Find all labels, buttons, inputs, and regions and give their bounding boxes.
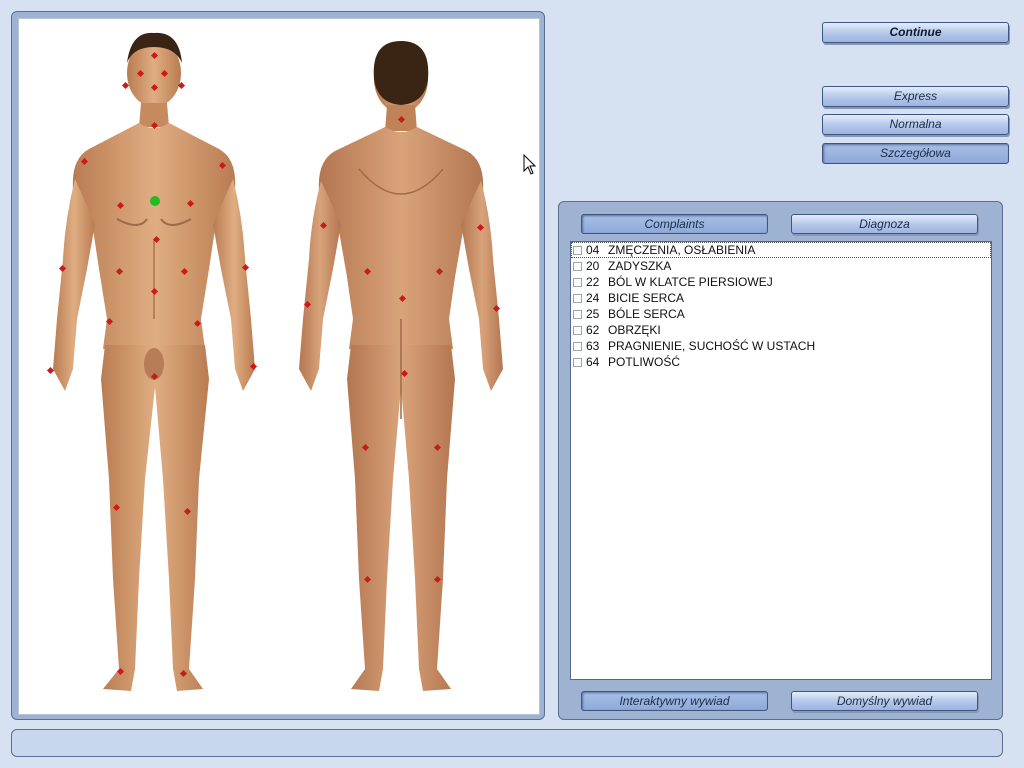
status-bar: [11, 729, 1003, 757]
complaint-label: BICIE SERCA: [608, 291, 685, 305]
body-map-canvas: [18, 18, 540, 715]
back-figure: [299, 41, 503, 691]
body-point[interactable]: [121, 81, 130, 90]
body-map-panel: [11, 11, 545, 720]
list-item[interactable]: 63 PRAGNIENIE, SUCHOŚĆ W USTACH: [571, 338, 991, 354]
complaint-code: 25: [586, 307, 600, 321]
checkbox[interactable]: [573, 277, 582, 287]
complaint-label: BÓL W KLATCE PIERSIOWEJ: [608, 275, 773, 289]
list-item[interactable]: 20 ZADYSZKA: [571, 258, 991, 274]
complaints-panel: Complaints Diagnoza 04 ZMĘCZENIA, OSŁABI…: [558, 201, 1003, 720]
body-figures: [46, 32, 503, 691]
diagnoza-tab[interactable]: Diagnoza: [791, 214, 978, 234]
complaint-label: OBRZĘKI: [608, 323, 661, 337]
checkbox[interactable]: [573, 357, 582, 367]
body-point-selected[interactable]: [150, 196, 160, 206]
interaktywny-wywiad-button[interactable]: Interaktywny wywiad: [581, 691, 768, 711]
list-item[interactable]: 24 BICIE SERCA: [571, 290, 991, 306]
list-item[interactable]: 04 ZMĘCZENIA, OSŁABIENIA: [571, 242, 991, 258]
complaint-label: POTLIWOŚĆ: [608, 355, 681, 369]
complaint-label: BÓLE SERCA: [608, 307, 685, 321]
checkbox[interactable]: [573, 293, 582, 303]
checkbox[interactable]: [573, 309, 582, 319]
checkbox[interactable]: [573, 245, 582, 255]
complaints-tab[interactable]: Complaints: [581, 214, 768, 234]
body-point[interactable]: [46, 366, 55, 375]
complaint-code: 62: [586, 323, 600, 337]
complaint-code: 20: [586, 259, 600, 273]
continue-button[interactable]: Continue: [822, 22, 1009, 43]
szczegolowa-button[interactable]: Szczegółowa: [822, 143, 1009, 164]
list-item[interactable]: 62 OBRZĘKI: [571, 322, 991, 338]
list-item[interactable]: 22 BÓL W KLATCE PIERSIOWEJ: [571, 274, 991, 290]
complaint-label: ZMĘCZENIA, OSŁABIENIA: [608, 243, 756, 257]
checkbox[interactable]: [573, 261, 582, 271]
front-figure: [53, 32, 255, 691]
complaint-label: ZADYSZKA: [608, 259, 672, 273]
complaint-code: 22: [586, 275, 600, 289]
complaint-code: 04: [586, 243, 600, 257]
list-item[interactable]: 25 BÓLE SERCA: [571, 306, 991, 322]
checkbox[interactable]: [573, 325, 582, 335]
express-button[interactable]: Express: [822, 86, 1009, 107]
checkbox[interactable]: [573, 341, 582, 351]
list-item[interactable]: 64 POTLIWOŚĆ: [571, 354, 991, 370]
mouse-cursor-icon: [523, 154, 537, 175]
normalna-button[interactable]: Normalna: [822, 114, 1009, 135]
domyslny-wywiad-button[interactable]: Domyślny wywiad: [791, 691, 978, 711]
complaint-label: PRAGNIENIE, SUCHOŚĆ W USTACH: [608, 339, 816, 353]
complaints-list[interactable]: 04 ZMĘCZENIA, OSŁABIENIA 20 ZADYSZKA 22 …: [570, 241, 992, 680]
complaint-code: 24: [586, 291, 600, 305]
complaint-code: 63: [586, 339, 600, 353]
complaint-code: 64: [586, 355, 600, 369]
